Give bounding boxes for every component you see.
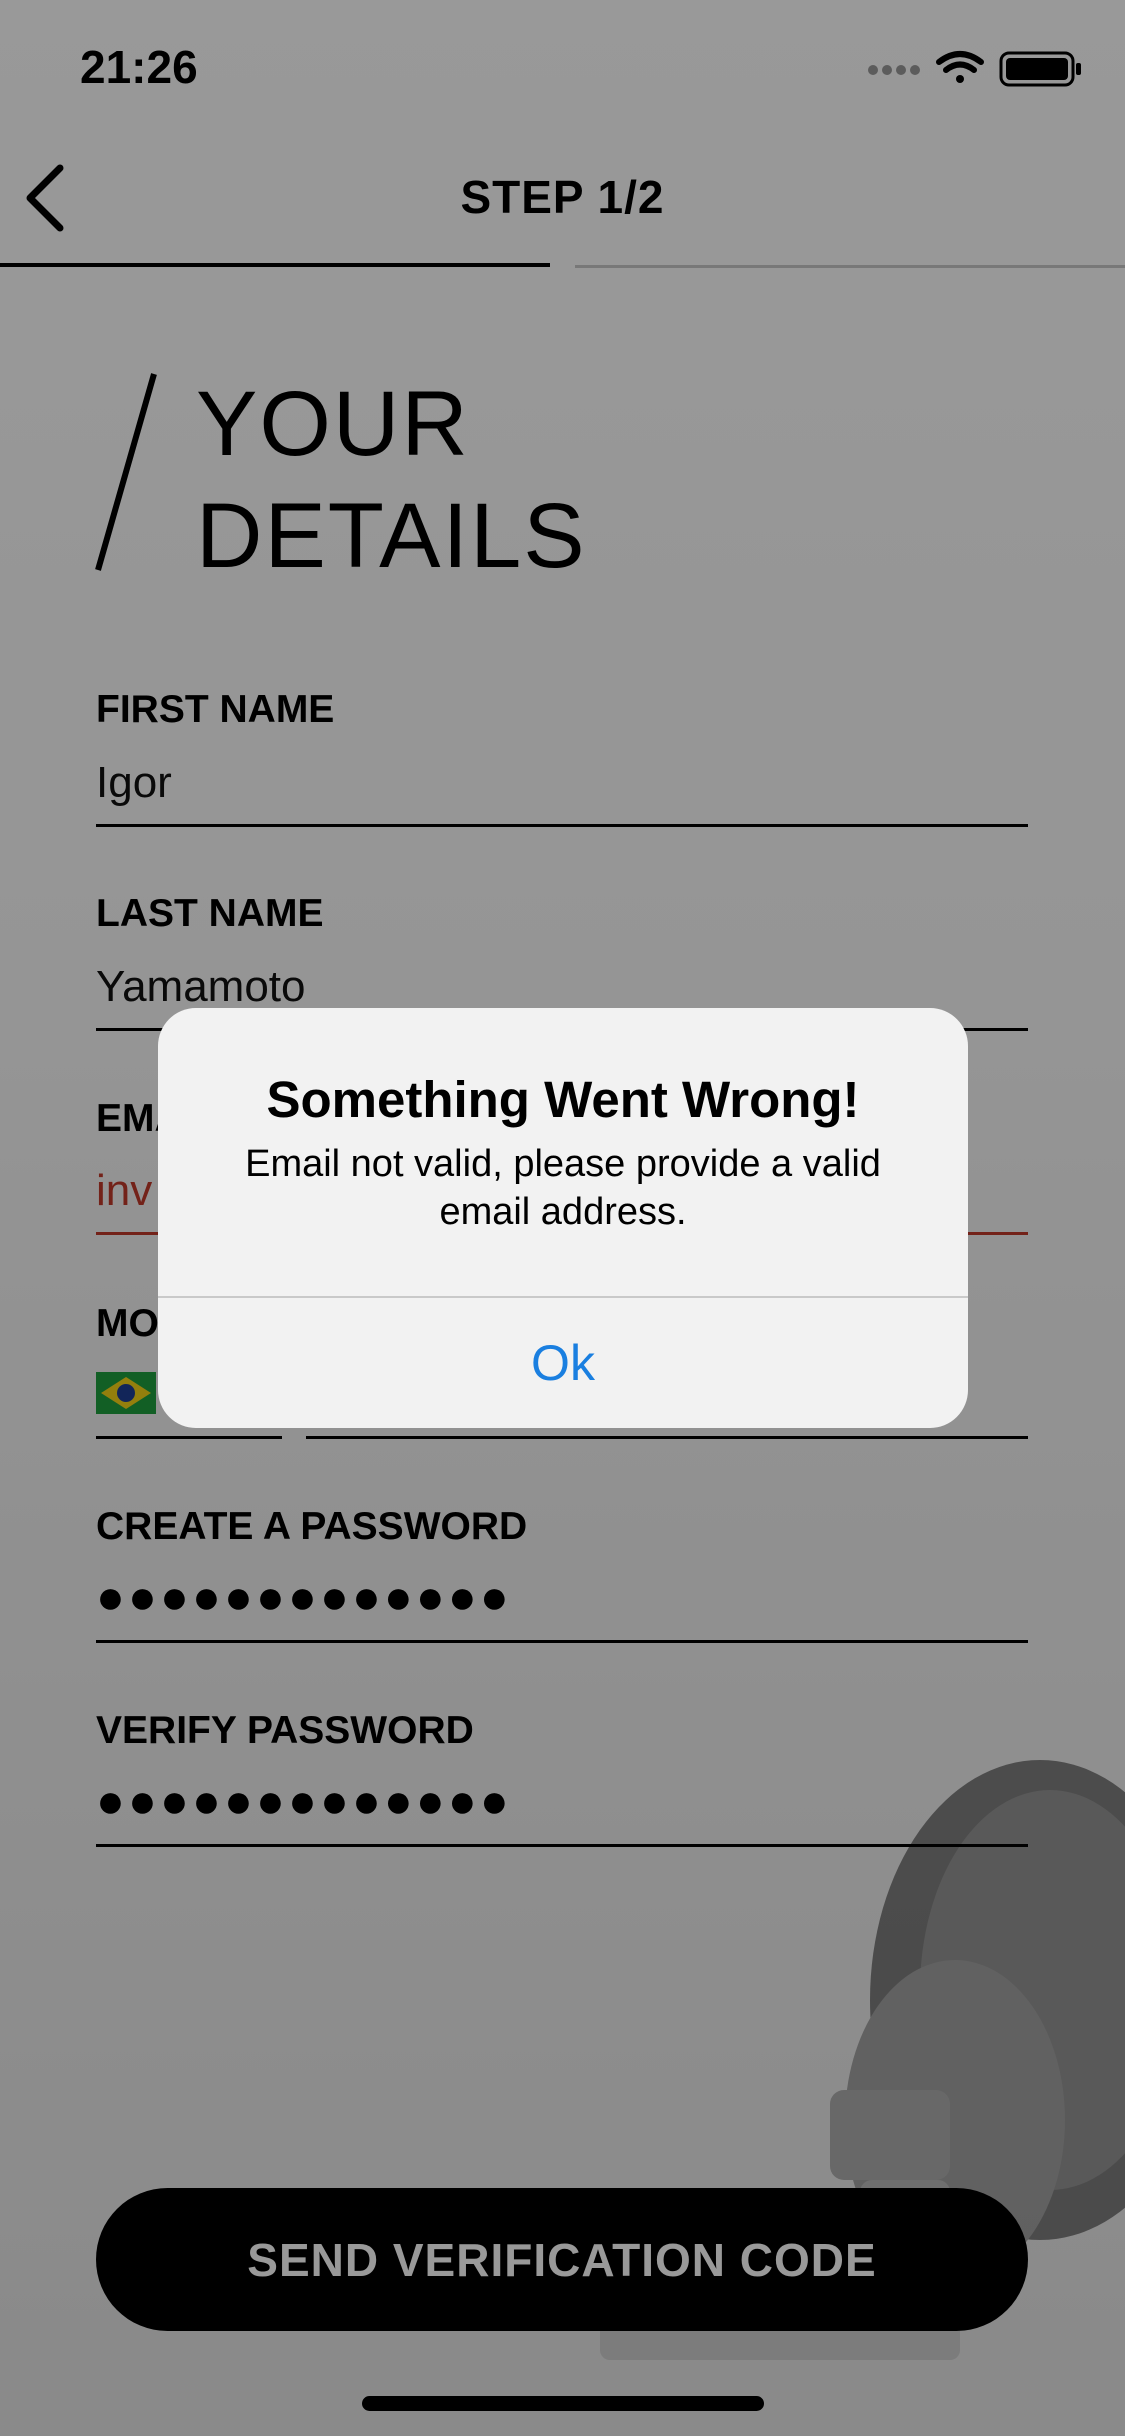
error-alert-dialog: Something Went Wrong! Email not valid, p… — [158, 1008, 968, 1428]
screen: 21:26 STEP 1/2 YOUR DETAILS FIRST NAME I… — [0, 0, 1125, 2436]
alert-ok-button[interactable]: Ok — [158, 1298, 968, 1428]
alert-title: Something Went Wrong! — [266, 1071, 860, 1128]
alert-message: Email not valid, please provide a valid … — [245, 1143, 881, 1233]
